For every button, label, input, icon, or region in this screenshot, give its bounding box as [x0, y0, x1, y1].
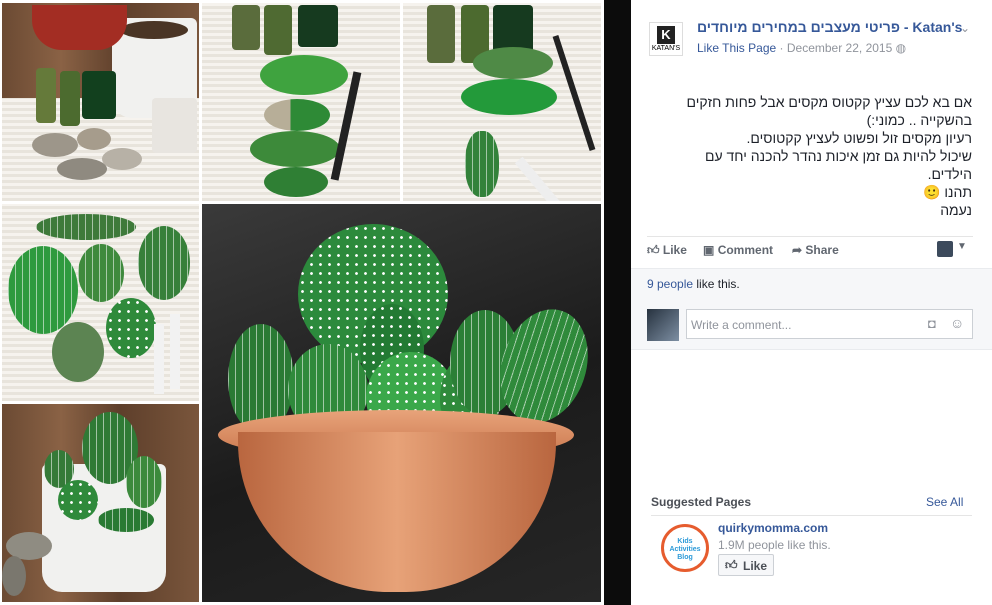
avatar-selector[interactable]: [937, 241, 953, 257]
globe-icon: ◍: [895, 41, 907, 55]
photo-small-pot[interactable]: [2, 404, 199, 602]
post-photo-collage[interactable]: [0, 0, 604, 605]
user-avatar: [647, 309, 679, 341]
suggested-title: Suggested Pages: [651, 495, 752, 509]
thumbs-up-icon: 👍︎: [725, 558, 738, 572]
suggested-like-button[interactable]: 👍︎ Like: [718, 554, 774, 576]
post-actions: 👍︎ Like ▣ Comment ➦ Share ▼: [647, 236, 973, 267]
photo-decorated-rocks[interactable]: [2, 204, 199, 401]
speech-bubble-icon: ▣: [703, 243, 715, 257]
photo-supplies[interactable]: [2, 3, 199, 201]
feedback-area: 9 people like this. Write a comment... ◘…: [631, 268, 992, 350]
comment-button[interactable]: ▣ Comment: [703, 243, 773, 257]
page-name-link[interactable]: פריטי מעצבים במחירים מיוחדים - Katan's: [697, 19, 962, 35]
share-arrow-icon: ➦: [792, 243, 803, 257]
camera-icon[interactable]: ◘: [928, 316, 936, 331]
suggested-page-logo[interactable]: Kids Activities Blog: [661, 524, 709, 572]
likes-count-link[interactable]: 9 people: [647, 277, 693, 291]
page-avatar[interactable]: K KATAN'S: [649, 22, 683, 56]
post-text: אם בא לכם עציץ קקטוס מקסים אבל פחות חזקי…: [686, 94, 972, 218]
like-page-link[interactable]: Like This Page: [697, 41, 776, 55]
see-all-link[interactable]: See All: [926, 495, 963, 509]
photo-green-rocks[interactable]: [403, 3, 601, 201]
comment-input[interactable]: Write a comment... ◘ ☺: [686, 309, 973, 339]
suggested-page-likes: 1.9M people like this.: [718, 538, 831, 552]
like-button[interactable]: 👍︎ Like: [647, 243, 687, 258]
thumbs-up-icon: 👍︎: [647, 243, 660, 257]
comment-placeholder: Write a comment...: [691, 318, 792, 332]
chevron-down-icon[interactable]: ⌄: [960, 21, 970, 35]
emoji-icon[interactable]: ☺: [950, 315, 964, 331]
photo-cactus-pot-main[interactable]: [202, 204, 601, 602]
suggested-page-name[interactable]: quirkymomma.com: [718, 521, 828, 535]
caret-down-icon[interactable]: ▼: [957, 241, 967, 252]
share-button[interactable]: ➦ Share: [792, 243, 839, 257]
post-date[interactable]: December 22, 2015: [787, 41, 892, 55]
post-panel: K KATAN'S פריטי מעצבים במחירים מיוחדים - …: [631, 0, 992, 605]
photo-painting-rocks[interactable]: [202, 3, 400, 201]
